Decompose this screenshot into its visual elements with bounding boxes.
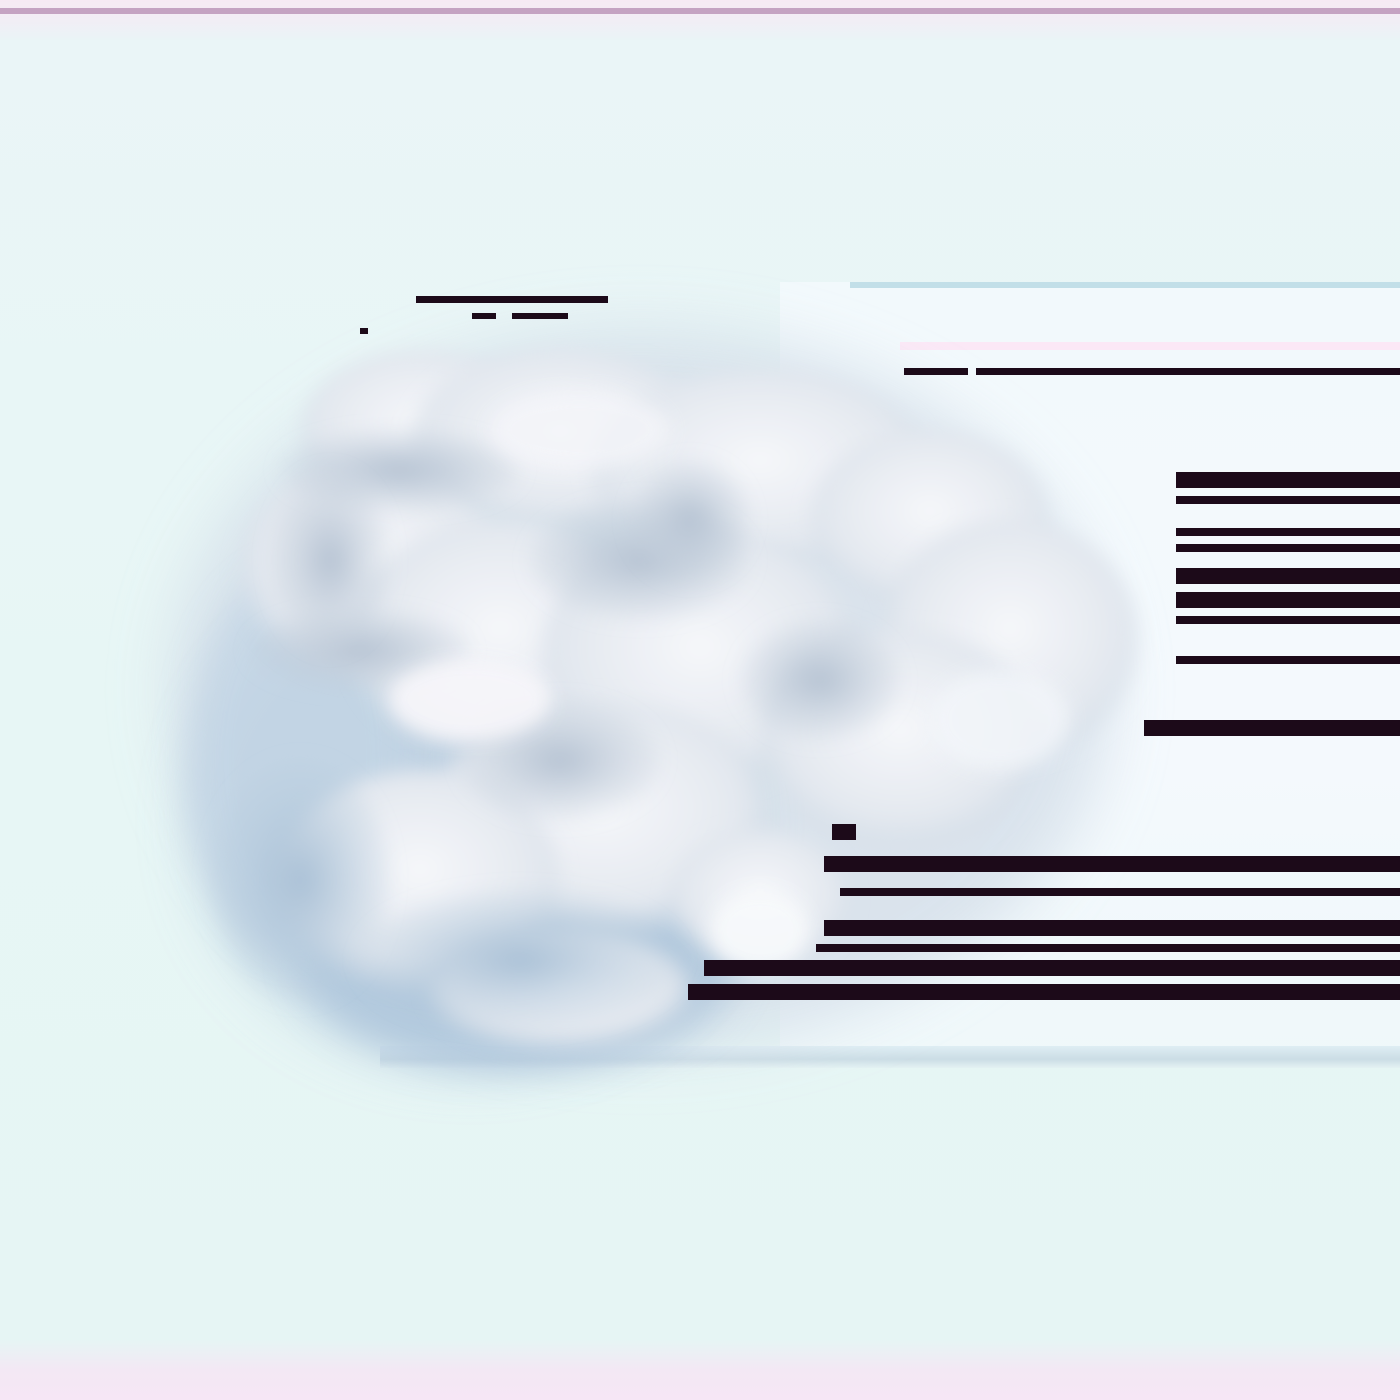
glitch-bar <box>1176 616 1400 624</box>
glitch-bar <box>416 296 608 303</box>
glitch-bar <box>704 960 1400 976</box>
glitch-bar <box>360 328 368 334</box>
glitch-bar <box>512 313 568 319</box>
image-canvas <box>0 0 1400 1400</box>
glitch-bar <box>1176 472 1400 488</box>
glitch-bar <box>472 313 496 319</box>
smoke-cloud <box>170 330 1140 1070</box>
glitch-bar <box>1176 656 1400 664</box>
glitch-bar <box>688 984 1400 1000</box>
bottom-pink-band <box>0 1340 1400 1400</box>
glitch-bar <box>816 944 1400 952</box>
glitch-bar <box>824 856 1400 872</box>
glitch-bar <box>1176 544 1400 552</box>
glitch-bar <box>824 920 1400 936</box>
glitch-bar <box>1144 720 1400 736</box>
glitch-bar <box>904 368 968 375</box>
glitch-bar <box>840 888 1400 896</box>
glitch-bar <box>976 368 1400 375</box>
glitch-bar <box>1176 496 1400 504</box>
glitch-bar <box>1176 528 1400 536</box>
glitch-bar <box>1176 568 1400 584</box>
glitch-bar <box>1176 592 1400 608</box>
glitch-bar <box>832 824 856 840</box>
